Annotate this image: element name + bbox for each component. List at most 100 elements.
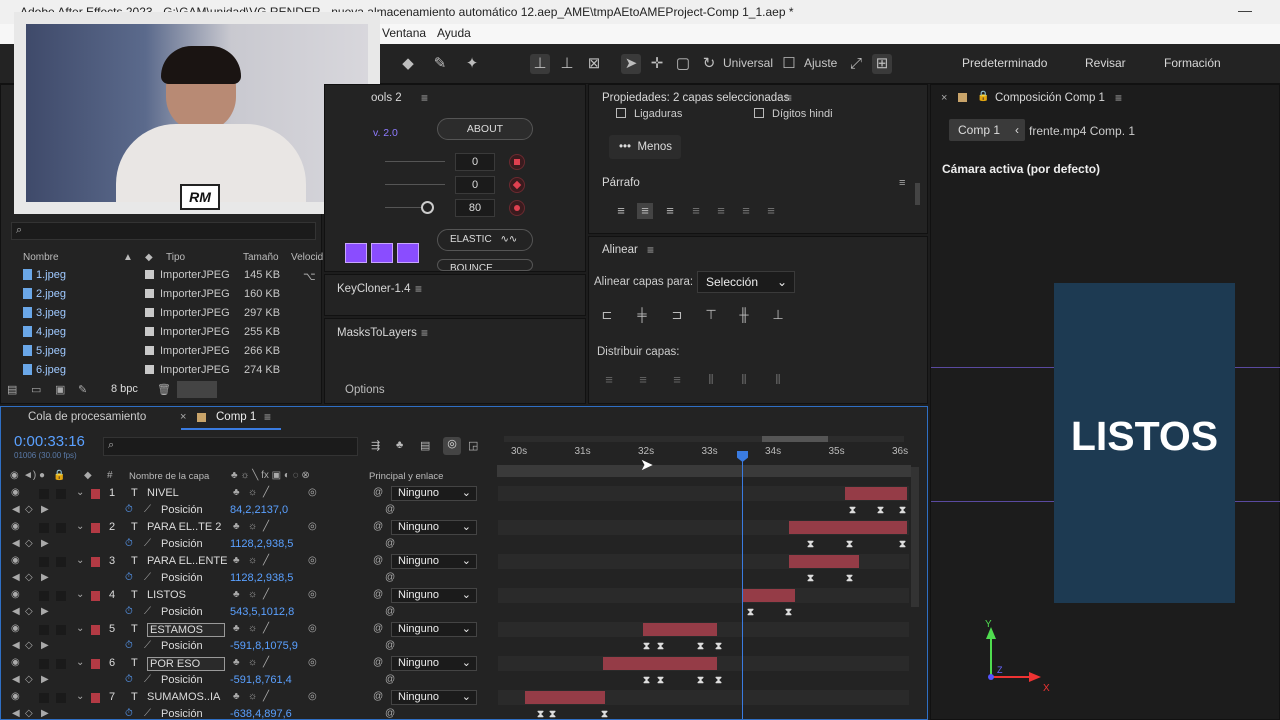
properties-menu-icon[interactable]: ≡: [785, 91, 792, 105]
menu-ventana[interactable]: Ventana: [382, 26, 426, 40]
distribute-bottom-icon[interactable]: ≡: [669, 372, 685, 388]
sort-icon[interactable]: ▲: [123, 252, 133, 263]
digitos-checkbox[interactable]: Dígitos hindi: [754, 108, 833, 120]
position-value[interactable]: 1128,2,938,5: [230, 538, 293, 550]
eye-icon[interactable]: ◉: [11, 521, 20, 532]
collapse-switch-icon[interactable]: ☼: [248, 657, 257, 668]
color-swatch[interactable]: [177, 381, 217, 398]
align-h-center-icon[interactable]: ╪: [634, 307, 650, 323]
expression-pickwhip-icon[interactable]: @: [385, 606, 395, 617]
graph-icon[interactable]: ⟋: [144, 538, 151, 549]
expression-pickwhip-icon[interactable]: @: [385, 640, 395, 651]
breadcrumb-frente[interactable]: frente.mp4 Comp. 1: [1029, 124, 1135, 138]
maskstolayers-menu-icon[interactable]: ≡: [421, 326, 428, 340]
layer-row[interactable]: ◉ ⌄ 7 T SUMAMOS..IA ♣ ☼ ╱ ◎ @ Ninguno ⌄: [3, 689, 909, 706]
shy-switch-icon[interactable]: ♣: [233, 589, 240, 600]
local-axis-icon[interactable]: ⊥: [530, 54, 550, 74]
pickwhip-icon[interactable]: @: [373, 589, 383, 600]
layer-duration-bar[interactable]: [603, 657, 717, 670]
workspace-predeterminado[interactable]: Predeterminado: [962, 56, 1047, 70]
keyframe-icon[interactable]: ⧗: [849, 505, 856, 516]
col-nombre[interactable]: Nombre: [23, 252, 59, 263]
parent-select[interactable]: Ninguno ⌄: [391, 588, 477, 603]
solo-box[interactable]: [39, 557, 49, 567]
layer-name[interactable]: ESTAMOS: [147, 623, 225, 637]
new-folder-icon[interactable]: ▭: [31, 383, 41, 396]
comp-flowchart-icon[interactable]: ⇶: [371, 439, 380, 452]
align-left-icon[interactable]: ≡: [613, 203, 629, 219]
expression-pickwhip-icon[interactable]: @: [385, 674, 395, 685]
next-keyframe-icon[interactable]: ▶: [41, 538, 49, 549]
solo-box[interactable]: [39, 489, 49, 499]
video-icon[interactable]: ◉: [10, 470, 19, 481]
keyframe-icon[interactable]: ⧗: [601, 709, 608, 720]
prev-keyframe-icon[interactable]: ◀: [12, 606, 20, 617]
shy-icon[interactable]: ♣: [396, 439, 403, 451]
layer-row[interactable]: ◉ ⌄ 2 T PARA EL..TE 2 ♣ ☼ ╱ ◎ @ Ninguno ⌄: [3, 519, 909, 536]
prev-keyframe-icon[interactable]: ◀: [12, 708, 20, 719]
keyframe-icon[interactable]: ⧗: [549, 709, 556, 720]
layer-duration-bar[interactable]: [789, 555, 859, 568]
expand-chevron-icon[interactable]: ⌄: [76, 521, 84, 532]
expand-chevron-icon[interactable]: ⌄: [76, 555, 84, 566]
composition-menu-icon[interactable]: ≡: [1115, 91, 1122, 105]
position-property-row[interactable]: ◀ ◇ ▶ ⏱ ⟋ Posición 543,5,1012,8 @ ⧗ ⧗: [3, 604, 909, 621]
label-color[interactable]: [91, 489, 100, 499]
align-right-edges-icon[interactable]: ⊐: [669, 307, 685, 323]
position-property-row[interactable]: ◀ ◇ ▶ ⏱ ⟋ Posición 1128,2,938,5 @ ⧗ ⧗: [3, 570, 909, 587]
pickwhip-icon[interactable]: @: [373, 657, 383, 668]
expand-chevron-icon[interactable]: ⌄: [76, 487, 84, 498]
distribute-left-icon[interactable]: ⫴: [703, 372, 719, 388]
project-item[interactable]: 1.jpeg ImporterJPEG 145 KB: [1, 267, 321, 285]
value-field-2[interactable]: 0: [455, 176, 495, 194]
label-color[interactable]: [91, 523, 100, 533]
ajuste-label[interactable]: Ajuste: [804, 56, 837, 70]
quality-switch-icon[interactable]: ╱: [263, 487, 269, 498]
about-button[interactable]: ABOUT: [437, 118, 533, 140]
layer-row[interactable]: ◉ ⌄ 1 T NIVEL ♣ ☼ ╱ ◎ @ Ninguno ⌄: [3, 485, 909, 502]
new-comp-icon[interactable]: ▣: [55, 383, 65, 396]
lock-box[interactable]: [56, 489, 66, 499]
parent-select[interactable]: Ninguno ⌄: [391, 656, 477, 671]
prev-keyframe-icon[interactable]: ◀: [12, 504, 20, 515]
collapse-switch-icon[interactable]: ☼: [248, 623, 257, 634]
justify-left-icon[interactable]: ≡: [688, 203, 704, 219]
keyframe-icon[interactable]: ⧗: [697, 675, 704, 686]
keyframe-icon[interactable]: ⧗: [697, 641, 704, 652]
keyframe-icon[interactable]: ⧗: [715, 641, 722, 652]
eraser-icon[interactable]: ◆: [398, 54, 418, 74]
keyframe-icon[interactable]: ⧗: [807, 573, 814, 584]
lock-icon[interactable]: 🔒: [977, 91, 989, 102]
label-color[interactable]: [91, 659, 100, 669]
keyframe-icon[interactable]: ⧗: [899, 505, 906, 516]
parent-select[interactable]: Ninguno ⌄: [391, 690, 477, 705]
ease-preset-2[interactable]: [371, 243, 393, 263]
eye-icon[interactable]: ◉: [11, 657, 20, 668]
slider-track-1[interactable]: [385, 161, 445, 162]
shy-switch-icon[interactable]: ♣: [233, 487, 240, 498]
world-axis-icon[interactable]: ⊥: [557, 54, 577, 74]
quality-switch-icon[interactable]: ╱: [263, 555, 269, 566]
parent-select[interactable]: Ninguno ⌄: [391, 520, 477, 535]
menu-ayuda[interactable]: Ayuda: [437, 26, 471, 40]
layer-duration-bar[interactable]: [789, 521, 907, 534]
timeline-scrollbar[interactable]: [911, 467, 919, 607]
justify-all-icon[interactable]: ≡: [763, 203, 779, 219]
prev-keyframe-icon[interactable]: ◀: [12, 640, 20, 651]
next-keyframe-icon[interactable]: ▶: [41, 572, 49, 583]
pickwhip-icon[interactable]: @: [373, 623, 383, 634]
bounce-button[interactable]: BOUNCE: [437, 259, 533, 271]
project-item[interactable]: 5.jpeg ImporterJPEG 266 KB: [1, 343, 321, 361]
label-col-icon[interactable]: ◆: [84, 470, 92, 481]
frame-blend-icon[interactable]: ▤: [420, 439, 430, 452]
graph-icon[interactable]: ⟋: [144, 640, 151, 651]
minimize-icon[interactable]: —: [1238, 2, 1252, 18]
snap-icon[interactable]: ⤢: [846, 54, 866, 74]
motion-blur-icon[interactable]: ◎: [443, 437, 461, 455]
graph-icon[interactable]: ⟋: [144, 572, 151, 583]
stopwatch-icon[interactable]: ⏱: [125, 640, 133, 651]
add-keyframe-icon[interactable]: ◇: [25, 504, 33, 515]
layer-name[interactable]: NIVEL: [147, 487, 179, 499]
justify-center-icon[interactable]: ≡: [713, 203, 729, 219]
keycloner-menu-icon[interactable]: ≡: [415, 282, 422, 296]
